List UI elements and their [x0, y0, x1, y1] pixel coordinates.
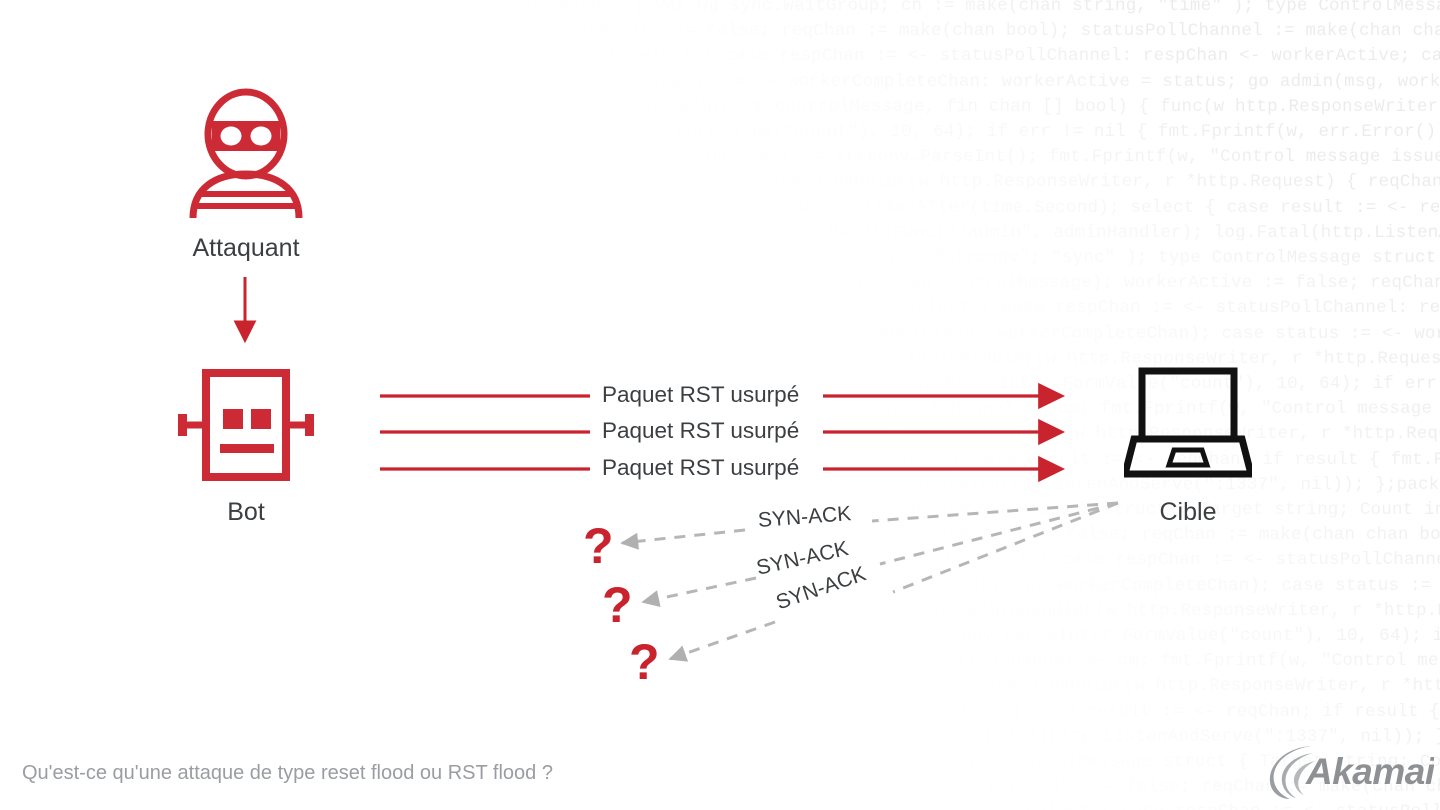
node-attacker-label: Attaquant [192, 234, 300, 262]
node-attacker [186, 88, 306, 220]
node-target [1120, 366, 1256, 484]
syn-ack-dashed-3-near [668, 620, 776, 662]
rst-flow-label-3: Paquet RST usurpé [602, 455, 800, 480]
rst-flow-label-2: Paquet RST usurpé [602, 418, 800, 443]
syn-ack-dashed-2-near [641, 576, 757, 607]
syn-ack-dashed-1-near [620, 528, 746, 550]
question-mark-2: ? [602, 577, 633, 633]
laptop-icon [1120, 367, 1256, 478]
node-bot-label: Bot [227, 498, 265, 526]
akamai-swirl-icon: Akamai [1269, 746, 1436, 799]
robot-icon [178, 369, 314, 481]
syn-ack-dashed-2-far [879, 501, 1119, 566]
akamai-logo: Akamai [1264, 740, 1436, 802]
syn-ack-dashed-3-far [892, 501, 1119, 594]
burglar-icon [189, 88, 303, 219]
question-mark-3: ? [629, 634, 660, 690]
akamai-wordmark: Akamai [1305, 751, 1434, 792]
node-target-label: Cible [1159, 498, 1217, 526]
syn-ack-dashed-1-far [871, 501, 1119, 523]
question-mark-1: ? [583, 518, 614, 574]
rst-flow-label-1: Paquet RST usurpé [602, 382, 800, 407]
diagram-canvas: func main() { var wg sync.WaitGroup; ch … [0, 0, 1440, 810]
node-bot [170, 366, 322, 484]
page-caption: Qu'est-ce qu'une attaque de type reset f… [22, 762, 553, 784]
